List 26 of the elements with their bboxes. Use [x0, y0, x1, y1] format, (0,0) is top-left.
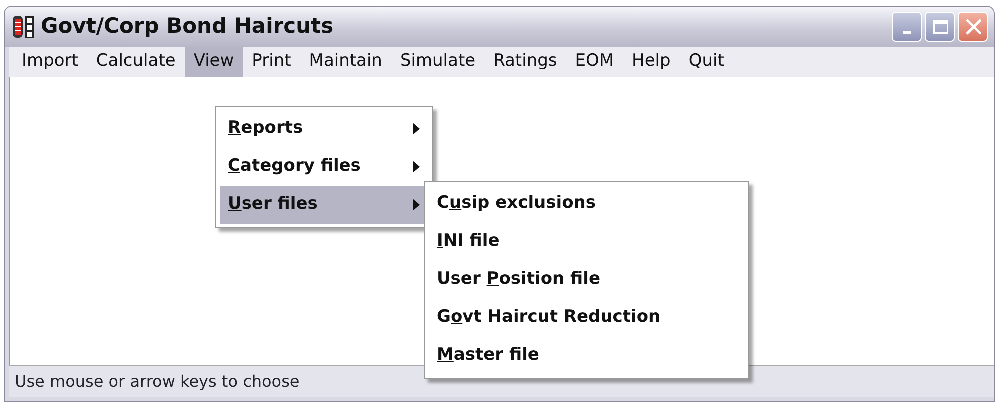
- menu-item[interactable]: Maintain: [300, 47, 392, 77]
- maximize-button[interactable]: [925, 12, 955, 42]
- menu-item[interactable]: Govt Haircut Reduction: [429, 299, 744, 337]
- maximize-icon: [932, 19, 948, 35]
- menu-item[interactable]: INI file: [429, 223, 744, 261]
- menu-item[interactable]: Ratings: [484, 47, 566, 77]
- minimize-icon: [903, 30, 911, 34]
- menu-item[interactable]: Calculate: [87, 47, 185, 77]
- status-text: Use mouse or arrow keys to choose: [15, 370, 300, 392]
- menu-item[interactable]: Simulate: [391, 47, 485, 77]
- menu-item[interactable]: Help: [623, 47, 680, 77]
- menu-item[interactable]: Master file: [429, 337, 744, 375]
- close-icon: [965, 18, 981, 36]
- menu-item[interactable]: User Position file: [429, 261, 744, 299]
- menu-item[interactable]: Category files: [220, 148, 428, 186]
- window-title: Govt/Corp Bond Haircuts: [41, 13, 334, 40]
- minimize-button[interactable]: [892, 12, 922, 42]
- menu-item[interactable]: View: [184, 47, 244, 77]
- close-button[interactable]: [958, 12, 988, 42]
- menu-item[interactable]: Cusip exclusions: [429, 185, 744, 223]
- menu-item[interactable]: EOM: [566, 47, 624, 77]
- menu-item[interactable]: Quit: [680, 47, 734, 77]
- menu-item[interactable]: Print: [243, 47, 300, 77]
- menu-item[interactable]: Reports: [220, 110, 428, 148]
- menu-item[interactable]: Import: [13, 47, 88, 77]
- app-icon: [11, 15, 35, 39]
